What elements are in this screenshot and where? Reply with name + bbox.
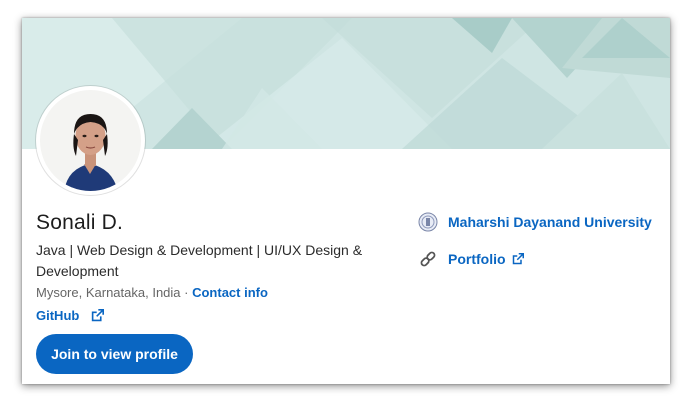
profile-headline: Java | Web Design & Development | UI/UX … [36,242,363,279]
external-link-icon [91,309,105,322]
profile-card: Sonali D. Java | Web Design & Developmen… [22,18,670,384]
github-link[interactable]: GitHub [36,308,105,323]
join-to-view-profile-button[interactable]: Join to view profile [36,334,193,374]
portfolio-label: Portfolio [448,251,506,267]
contact-info-link[interactable]: Contact info [192,285,268,300]
separator-dot: · [180,285,193,300]
profile-name: Sonali D. [36,211,124,234]
external-link-icon [512,253,524,265]
location-line: Mysore, Karnataka, India · Contact info [36,285,268,300]
link-icon [418,249,438,269]
github-label: GitHub [36,308,80,323]
avatar[interactable] [36,86,145,195]
education-item[interactable]: Maharshi Dayanand University [418,212,652,232]
education-label: Maharshi Dayanand University [448,214,652,230]
location-text: Mysore, Karnataka, India [36,285,181,300]
university-seal-icon [418,212,438,232]
portfolio-item[interactable]: Portfolio [418,249,524,269]
